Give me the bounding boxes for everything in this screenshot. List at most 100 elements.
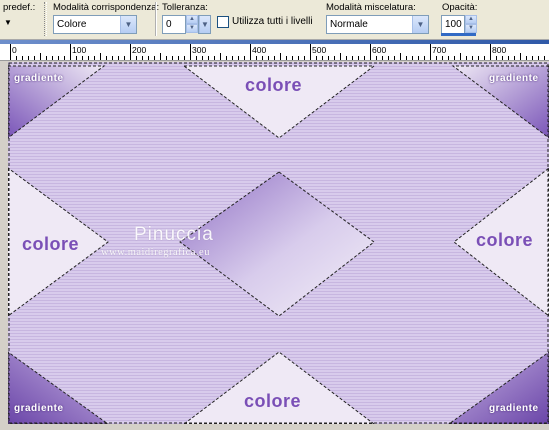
- ruler-minor-tick: [334, 56, 335, 60]
- ruler-minor-tick: [340, 53, 341, 60]
- tolerance-label: Tolleranza:: [162, 2, 208, 13]
- ruler-minor-tick: [118, 56, 119, 60]
- ruler-minor-tick: [160, 53, 161, 60]
- blend-mode-label: Modalità miscelatura:: [326, 2, 416, 13]
- ruler-minor-tick: [316, 56, 317, 60]
- ruler-minor-tick: [76, 56, 77, 60]
- ruler-minor-tick: [538, 56, 539, 60]
- ruler-top-strip: [0, 40, 549, 44]
- ruler-minor-tick: [40, 53, 41, 60]
- ruler-minor-tick: [292, 56, 293, 60]
- ruler-major-tick: [370, 44, 371, 60]
- ruler-minor-tick: [400, 53, 401, 60]
- ruler-major-tick: [250, 44, 251, 60]
- ruler-major-tick: [70, 44, 71, 60]
- watermark-name: Pinuccia: [134, 224, 214, 245]
- chevron-down-icon[interactable]: ▼: [199, 16, 210, 33]
- spin-up-icon[interactable]: ▲: [186, 15, 198, 24]
- ruler-minor-tick: [244, 56, 245, 60]
- label-colore-left: colore: [22, 234, 80, 254]
- ruler-minor-tick: [442, 56, 443, 60]
- chevron-down-icon[interactable]: ▼: [120, 16, 136, 33]
- window-bottom-edge: [0, 424, 549, 430]
- spin-down-icon[interactable]: ▼: [186, 24, 198, 33]
- ruler-minor-tick: [154, 56, 155, 60]
- ruler-minor-tick: [394, 56, 395, 60]
- psp-window: predef.: ▼ Modalità corrispondenza: Colo…: [0, 0, 549, 430]
- ruler-minor-tick: [220, 53, 221, 60]
- label-gradiente-bl: gradiente: [14, 403, 64, 414]
- ruler-minor-tick: [166, 56, 167, 60]
- tolerance-input[interactable]: 0: [162, 15, 186, 34]
- ruler-minor-tick: [274, 56, 275, 60]
- ruler-minor-tick: [466, 56, 467, 60]
- tolerance-spinner[interactable]: ▲ ▼: [186, 15, 198, 34]
- horizontal-ruler: 0 100 200 300 400 500 600 700 800: [0, 40, 549, 61]
- use-all-layers-checkbox[interactable]: [217, 16, 229, 28]
- ruler-minor-tick: [106, 56, 107, 60]
- watermark-url: www.maidiregrafica.eu: [101, 247, 210, 258]
- ruler-minor-tick: [94, 56, 95, 60]
- vertical-ruler: [0, 62, 8, 424]
- toolbar-grip[interactable]: [44, 2, 47, 36]
- ruler-minor-tick: [304, 56, 305, 60]
- chevron-down-icon[interactable]: ▼: [412, 16, 428, 33]
- ruler-tick-label: 700: [432, 45, 447, 55]
- ruler-minor-tick: [532, 56, 533, 60]
- ruler-minor-tick: [358, 56, 359, 60]
- ruler-minor-tick: [268, 56, 269, 60]
- ruler-major-tick: [190, 44, 191, 60]
- ruler-minor-tick: [16, 56, 17, 60]
- ruler-minor-tick: [298, 56, 299, 60]
- ruler-minor-tick: [64, 56, 65, 60]
- label-colore-top: colore: [245, 75, 303, 95]
- spin-down-icon[interactable]: ▼: [465, 24, 477, 33]
- blend-mode-select[interactable]: Normale ▼: [326, 15, 429, 34]
- opacity-slider-bar[interactable]: [441, 33, 476, 36]
- ruler-minor-tick: [82, 56, 83, 60]
- preset-dropdown-icon[interactable]: ▼: [4, 18, 12, 27]
- ruler-minor-tick: [448, 56, 449, 60]
- ruler-major-tick: [490, 44, 491, 60]
- ruler-major-tick: [130, 44, 131, 60]
- label-gradiente-br: gradiente: [489, 403, 539, 414]
- ruler-minor-tick: [508, 56, 509, 60]
- ruler-tick-label: 200: [132, 45, 147, 55]
- ruler-minor-tick: [256, 56, 257, 60]
- ruler-minor-tick: [196, 56, 197, 60]
- ruler-minor-tick: [232, 56, 233, 60]
- ruler-tick-label: 500: [312, 45, 327, 55]
- ruler-minor-tick: [484, 56, 485, 60]
- ruler-minor-tick: [112, 56, 113, 60]
- ruler-tick-label: 600: [372, 45, 387, 55]
- use-all-layers-label: Utilizza tutti i livelli: [232, 16, 313, 27]
- opacity-input[interactable]: 100: [441, 15, 465, 34]
- ruler-minor-tick: [88, 56, 89, 60]
- ruler-minor-tick: [454, 56, 455, 60]
- toolbar-separator: [155, 2, 156, 36]
- ruler-minor-tick: [22, 56, 23, 60]
- label-gradiente-tl: gradiente: [14, 73, 64, 84]
- ruler-minor-tick: [544, 56, 545, 60]
- ruler-minor-tick: [520, 53, 521, 60]
- ruler-minor-tick: [478, 56, 479, 60]
- ruler-minor-tick: [412, 56, 413, 60]
- ruler-minor-tick: [124, 56, 125, 60]
- ruler-minor-tick: [526, 56, 527, 60]
- ruler-minor-tick: [382, 56, 383, 60]
- opacity-spinner[interactable]: ▲ ▼: [465, 15, 477, 34]
- ruler-minor-tick: [496, 56, 497, 60]
- tolerance-dropdown[interactable]: ▼: [198, 15, 211, 34]
- match-mode-select[interactable]: Colore ▼: [53, 15, 137, 34]
- spin-up-icon[interactable]: ▲: [465, 15, 477, 24]
- ruler-minor-tick: [436, 56, 437, 60]
- ruler-minor-tick: [178, 56, 179, 60]
- ruler-tick-label: 300: [192, 45, 207, 55]
- ruler-minor-tick: [262, 56, 263, 60]
- ruler-tick-label: 0: [12, 45, 17, 55]
- opacity-value: 100: [445, 19, 462, 30]
- image-canvas[interactable]: gradiente gradiente gradiente gradiente …: [8, 62, 549, 424]
- ruler-minor-tick: [226, 56, 227, 60]
- ruler-minor-tick: [214, 56, 215, 60]
- ruler-minor-tick: [388, 56, 389, 60]
